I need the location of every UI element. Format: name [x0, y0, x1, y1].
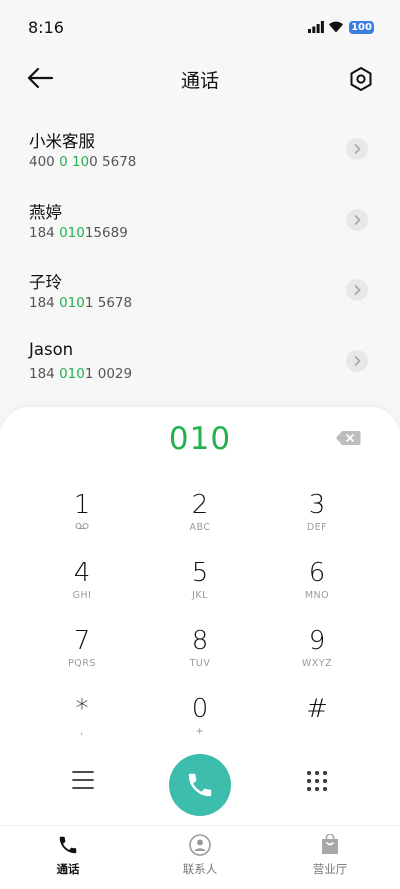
key-2[interactable]: 2 ABC	[142, 489, 258, 549]
phone-icon	[188, 773, 212, 797]
tab-label: 通话	[56, 862, 80, 876]
backspace-icon[interactable]	[335, 430, 361, 446]
key-4[interactable]: 4 GHI	[24, 557, 140, 617]
tab-calls[interactable]: 通话	[8, 834, 128, 877]
settings-icon[interactable]	[348, 66, 374, 92]
key-8[interactable]: 8 TUV	[142, 625, 258, 685]
contact-number: 400 0 100 5678	[29, 154, 137, 170]
keypad-grid-icon[interactable]	[305, 769, 329, 793]
contact-name: 燕婷	[29, 203, 62, 222]
tab-label: 联系人	[182, 862, 218, 876]
contact-name: Jason	[29, 340, 74, 359]
chevron-right-icon[interactable]	[346, 279, 368, 301]
key-hash[interactable]: #	[259, 693, 375, 753]
contact-number: 184 01015689	[29, 225, 128, 241]
chevron-right-icon[interactable]	[346, 138, 368, 160]
wifi-icon	[329, 21, 343, 33]
bottom-tab-bar: 通话 联系人 营业厅	[0, 825, 400, 889]
contact-name: 小米客服	[29, 132, 95, 151]
key-0[interactable]: 0 +	[142, 693, 258, 753]
contact-number: 184 0101 0029	[29, 366, 133, 382]
contact-row[interactable]: 子玲 184 0101 5678	[0, 265, 400, 325]
key-3[interactable]: 3 DEF	[259, 489, 375, 549]
menu-icon[interactable]	[70, 769, 96, 791]
dialpad-panel: 010 1 2 ABC 3 DEF 4 GHI 5 JKL 6 MNO 7 PQ…	[0, 407, 400, 825]
key-6[interactable]: 6 MNO	[259, 557, 375, 617]
contact-number: 184 0101 5678	[29, 295, 133, 311]
key-5[interactable]: 5 JKL	[142, 557, 258, 617]
key-1[interactable]: 1	[24, 489, 140, 549]
phone-icon	[59, 836, 77, 854]
key-7[interactable]: 7 PQRS	[24, 625, 140, 685]
tab-contacts[interactable]: 联系人	[140, 834, 260, 877]
tab-label: 营业厅	[312, 862, 348, 876]
call-button[interactable]	[169, 754, 231, 816]
key-9[interactable]: 9 WXYZ	[259, 625, 375, 685]
app-header: 通话	[0, 56, 400, 100]
contact-name: 子玲	[29, 273, 62, 292]
chevron-right-icon[interactable]	[346, 209, 368, 231]
tab-service-hall[interactable]: 营业厅	[270, 834, 390, 877]
voicemail-icon	[24, 521, 140, 535]
signal-icon	[308, 21, 324, 33]
shopping-bag-icon	[322, 834, 338, 854]
contact-person-icon	[189, 834, 211, 856]
status-time: 8:16	[28, 18, 64, 37]
contact-row[interactable]: 燕婷 184 01015689	[0, 195, 400, 255]
key-star[interactable]: * ,	[24, 693, 140, 753]
contact-row[interactable]: Jason 184 0101 0029	[0, 336, 400, 396]
status-bar: 8:16 100	[0, 0, 400, 56]
contact-row[interactable]: 小米客服 400 0 100 5678	[0, 124, 400, 184]
chevron-right-icon[interactable]	[346, 350, 368, 372]
battery-icon: 100	[349, 21, 374, 34]
page-title: 通话	[180, 70, 219, 92]
